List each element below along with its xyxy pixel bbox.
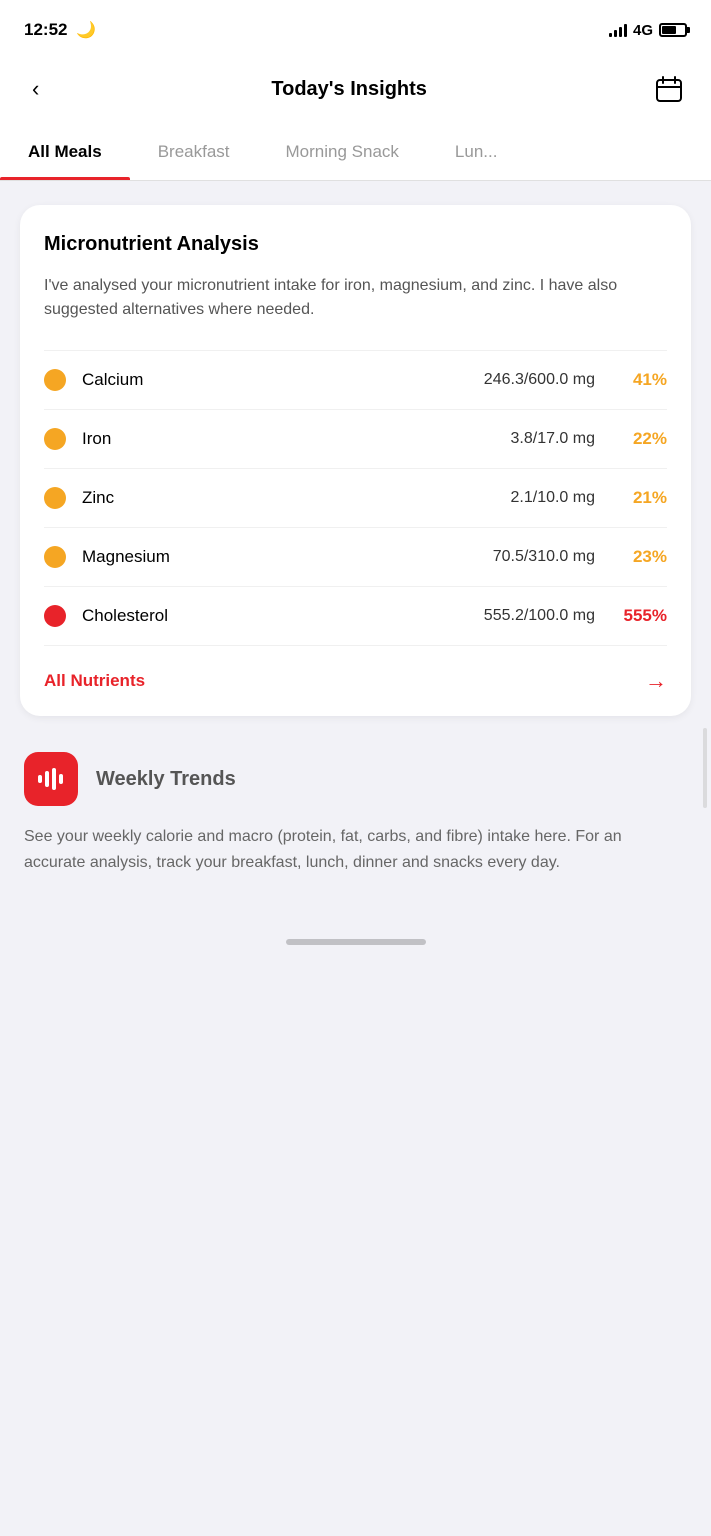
weekly-trends-section: Weekly Trends See your weekly calorie an… (20, 744, 691, 899)
home-indicator (286, 939, 426, 945)
trends-icon (24, 752, 78, 806)
all-nutrients-link[interactable]: All Nutrients → (44, 645, 667, 716)
home-bar (0, 923, 711, 969)
magnesium-value: 70.5/310.0 mg (493, 548, 595, 566)
weekly-trends-header: Weekly Trends (24, 752, 687, 806)
card-description: I've analysed your micronutrient intake … (44, 274, 667, 322)
zinc-name: Zinc (82, 488, 511, 508)
main-content: Micronutrient Analysis I've analysed you… (0, 181, 711, 923)
magnesium-percent: 23% (615, 547, 667, 567)
zinc-dot (44, 487, 66, 509)
nutrient-row-cholesterol: Cholesterol 555.2/100.0 mg 555% (44, 586, 667, 645)
tabs-container: All Meals Breakfast Morning Snack Lun... (0, 124, 711, 181)
calcium-dot (44, 369, 66, 391)
zinc-value: 2.1/10.0 mg (511, 489, 596, 507)
iron-name: Iron (82, 429, 511, 449)
signal-bars-icon (609, 23, 627, 37)
calendar-icon (655, 75, 683, 103)
magnesium-dot (44, 546, 66, 568)
tab-lunch[interactable]: Lun... (427, 124, 526, 180)
status-icons: 4G (609, 22, 687, 39)
card-title: Micronutrient Analysis (44, 233, 667, 256)
arrow-right-icon: → (645, 668, 667, 694)
tab-all-meals[interactable]: All Meals (0, 124, 130, 180)
micronutrient-card: Micronutrient Analysis I've analysed you… (20, 205, 691, 716)
calendar-button[interactable] (651, 71, 687, 107)
nutrient-row-calcium: Calcium 246.3/600.0 mg 41% (44, 350, 667, 409)
magnesium-name: Magnesium (82, 547, 493, 567)
waveform-icon (36, 764, 66, 794)
moon-icon: 🌙 (76, 20, 96, 40)
calcium-percent: 41% (615, 370, 667, 390)
cholesterol-dot (44, 605, 66, 627)
calcium-name: Calcium (82, 370, 484, 390)
calcium-value: 246.3/600.0 mg (484, 371, 595, 389)
tab-morning-snack[interactable]: Morning Snack (258, 124, 427, 180)
page-title: Today's Insights (271, 78, 427, 101)
nutrient-row-zinc: Zinc 2.1/10.0 mg 21% (44, 468, 667, 527)
all-nutrients-label: All Nutrients (44, 671, 145, 691)
iron-dot (44, 428, 66, 450)
iron-percent: 22% (615, 429, 667, 449)
cholesterol-percent: 555% (615, 606, 667, 626)
nutrient-row-magnesium: Magnesium 70.5/310.0 mg 23% (44, 527, 667, 586)
iron-value: 3.8/17.0 mg (511, 430, 596, 448)
status-time: 12:52 🌙 (24, 20, 96, 40)
cholesterol-name: Cholesterol (82, 606, 484, 626)
scroll-indicator (703, 728, 707, 808)
back-button[interactable]: ‹ (24, 72, 47, 106)
battery-icon (659, 23, 687, 37)
zinc-percent: 21% (615, 488, 667, 508)
status-bar: 12:52 🌙 4G (0, 0, 711, 54)
weekly-trends-title: Weekly Trends (96, 768, 236, 791)
cholesterol-value: 555.2/100.0 mg (484, 607, 595, 625)
nutrient-row-iron: Iron 3.8/17.0 mg 22% (44, 409, 667, 468)
weekly-trends-description: See your weekly calorie and macro (prote… (24, 824, 687, 875)
header: ‹ Today's Insights (0, 54, 711, 124)
network-type: 4G (633, 22, 653, 39)
tab-breakfast[interactable]: Breakfast (130, 124, 258, 180)
